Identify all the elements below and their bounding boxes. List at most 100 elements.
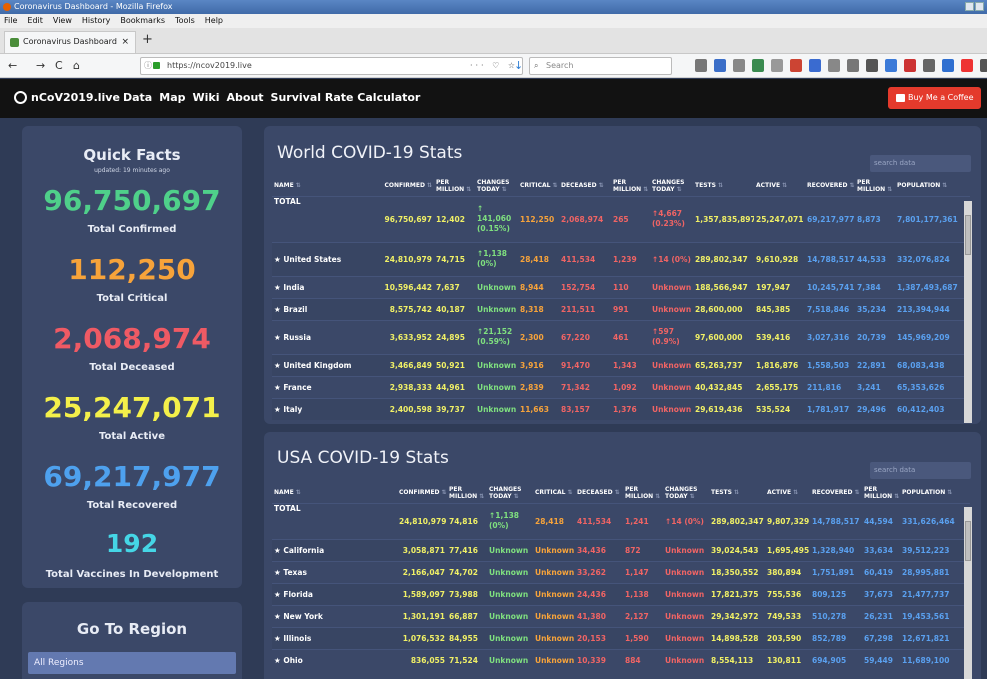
extension-icon[interactable] (714, 59, 726, 72)
home-button[interactable]: ⌂ (73, 58, 80, 74)
column-header-deceased-changes-today[interactable]: CHANGES TODAY ⇅ (650, 176, 693, 196)
column-header-confirmed[interactable]: CONFIRMED ⇅ (397, 483, 447, 503)
menu-edit[interactable]: Edit (27, 14, 43, 28)
sort-icon[interactable]: ⇅ (615, 489, 620, 496)
extension-icon[interactable] (752, 59, 764, 72)
table-row[interactable]: ★ New York 1,301,191 66,887 Unknown Unknown 4… (272, 605, 970, 627)
table-row[interactable]: ★ France 2,938,333 44,961 Unknown 2,839 71,34… (272, 376, 970, 398)
tab-close-icon[interactable]: × (121, 32, 129, 52)
world-table-scrollbar[interactable] (964, 201, 972, 423)
world-search-input[interactable]: search data (870, 155, 971, 172)
column-header-active[interactable]: ACTIVE ⇅ (765, 483, 810, 503)
column-header-active[interactable]: ACTIVE ⇅ (754, 176, 805, 196)
sort-icon[interactable]: ⇅ (655, 493, 660, 500)
table-row[interactable]: ★ Florida 1,589,097 73,988 Unknown Unknown 24… (272, 583, 970, 605)
sort-icon[interactable]: ⇅ (479, 493, 484, 500)
column-header-recovered-per-million[interactable]: PER MILLION ⇅ (862, 483, 900, 503)
menu-file[interactable]: File (4, 14, 17, 28)
star-icon[interactable]: ★ (274, 361, 283, 370)
column-header-recovered-per-million[interactable]: PER MILLION ⇅ (855, 176, 895, 196)
table-row[interactable]: ★ Italy 2,400,598 39,737 Unknown 11,663 83,15… (272, 398, 970, 420)
sort-icon[interactable]: ⇅ (427, 182, 432, 189)
column-header-name[interactable]: NAME ⇅ (272, 483, 397, 503)
maximize-button[interactable] (975, 2, 984, 11)
total-row[interactable]: TOTAL 96,750,697 12,402 ↑ 141,060 (0.15%) 11… (272, 196, 970, 242)
cell-name[interactable]: ★ Brazil (272, 298, 382, 320)
new-tab-button[interactable]: + (142, 32, 153, 47)
extension-icon[interactable] (790, 59, 802, 72)
tab-coronavirus-dashboard[interactable]: Coronavirus Dashboard × (4, 31, 136, 53)
nav-link-about[interactable]: About (227, 91, 264, 104)
info-icon[interactable]: ⓘ (144, 58, 152, 74)
sort-icon[interactable]: ⇅ (296, 489, 301, 496)
extension-icon[interactable] (733, 59, 745, 72)
table-row[interactable]: ★ Texas 2,166,047 74,702 Unknown Unknown 33,2… (272, 561, 970, 583)
minimize-button[interactable] (965, 2, 974, 11)
extension-icon[interactable] (904, 59, 916, 72)
column-header-deceased-per-million[interactable]: PER MILLION ⇅ (611, 176, 650, 196)
menu-help[interactable]: Help (205, 14, 223, 28)
menu-history[interactable]: History (82, 14, 110, 28)
cell-name[interactable]: ★ Ohio (272, 649, 397, 671)
brand-link[interactable]: nCoV2019.live (14, 91, 120, 104)
column-header-population[interactable]: POPULATION ⇅ (900, 483, 970, 503)
cell-name[interactable]: ★ United States (272, 242, 382, 276)
column-header-changes-today[interactable]: CHANGES TODAY ⇅ (475, 176, 518, 196)
menu-tools[interactable]: Tools (175, 14, 195, 28)
nav-link-data[interactable]: Data (123, 91, 152, 104)
column-header-tests[interactable]: TESTS ⇅ (693, 176, 754, 196)
column-header-deceased[interactable]: DECEASED ⇅ (575, 483, 623, 503)
region-select[interactable]: All Regions (28, 652, 236, 674)
column-header-name[interactable]: NAME ⇅ (272, 176, 382, 196)
sort-icon[interactable]: ⇅ (567, 489, 572, 496)
sort-icon[interactable]: ⇅ (947, 489, 952, 496)
table-row[interactable]: ★ Russia 3,633,952 24,895 ↑21,152 (0.59%) 2,… (272, 320, 970, 354)
menu-bookmarks[interactable]: Bookmarks (120, 14, 165, 28)
sort-icon[interactable]: ⇅ (942, 182, 947, 189)
cell-name[interactable]: ★ India (272, 276, 382, 298)
sort-icon[interactable]: ⇅ (502, 186, 507, 193)
column-header-population[interactable]: POPULATION ⇅ (895, 176, 970, 196)
sort-icon[interactable]: ⇅ (296, 182, 301, 189)
cell-name[interactable]: ★ Russia (272, 320, 382, 354)
star-icon[interactable]: ★ (274, 634, 283, 643)
extension-icon[interactable] (961, 59, 973, 72)
extension-icon[interactable] (885, 59, 897, 72)
sort-icon[interactable]: ⇅ (643, 186, 648, 193)
table-row[interactable]: ★ United Kingdom 3,466,849 50,921 Unknown 3,… (272, 354, 970, 376)
column-header-deceased[interactable]: DECEASED ⇅ (559, 176, 611, 196)
table-row[interactable]: ★ Illinois 1,076,532 84,955 Unknown Unknown 2… (272, 627, 970, 649)
cell-name[interactable]: ★ United Kingdom (272, 354, 382, 376)
back-button[interactable]: ← (8, 58, 17, 74)
url-bar[interactable]: ⓘ https://ncov2019.live ··· ♡ ☆ (140, 57, 523, 75)
star-icon[interactable]: ★ (274, 590, 283, 599)
menu-view[interactable]: View (53, 14, 72, 28)
sort-icon[interactable]: ⇅ (894, 493, 899, 500)
sort-icon[interactable]: ⇅ (442, 489, 447, 496)
star-icon[interactable]: ★ (274, 383, 283, 392)
extension-icon[interactable] (809, 59, 821, 72)
sort-icon[interactable]: ⇅ (690, 493, 695, 500)
star-icon[interactable]: ★ (274, 656, 283, 665)
column-header-changes-today[interactable]: CHANGES TODAY ⇅ (487, 483, 533, 503)
scrollbar-thumb[interactable] (965, 215, 971, 255)
extension-icon[interactable] (923, 59, 935, 72)
sort-icon[interactable]: ⇅ (599, 182, 604, 189)
nav-link-map[interactable]: Map (159, 91, 185, 104)
table-row[interactable]: ★ California 3,058,871 77,416 Unknown Unknow… (272, 539, 970, 561)
cell-name[interactable]: ★ Illinois (272, 627, 397, 649)
column-header-deceased-changes-today[interactable]: CHANGES TODAY ⇅ (663, 483, 709, 503)
sort-icon[interactable]: ⇅ (514, 493, 519, 500)
sort-icon[interactable]: ⇅ (677, 186, 682, 193)
total-row[interactable]: TOTAL 24,810,979 74,816 ↑1,138 (0%) 28,418 41… (272, 503, 970, 539)
star-icon[interactable]: ★ (274, 305, 283, 314)
extension-icon[interactable] (847, 59, 859, 72)
cell-name[interactable]: ★ Italy (272, 398, 382, 420)
search-bar[interactable]: ⌕ Search (529, 57, 672, 75)
column-header-deceased-per-million[interactable]: PER MILLION ⇅ (623, 483, 663, 503)
menu-icon[interactable] (980, 59, 987, 72)
star-icon[interactable]: ★ (274, 612, 283, 621)
sort-icon[interactable]: ⇅ (734, 489, 739, 496)
column-header-critical[interactable]: CRITICAL ⇅ (533, 483, 575, 503)
table-row[interactable]: ★ Ohio 836,055 71,524 Unknown Unknown 10,339 8… (272, 649, 970, 671)
